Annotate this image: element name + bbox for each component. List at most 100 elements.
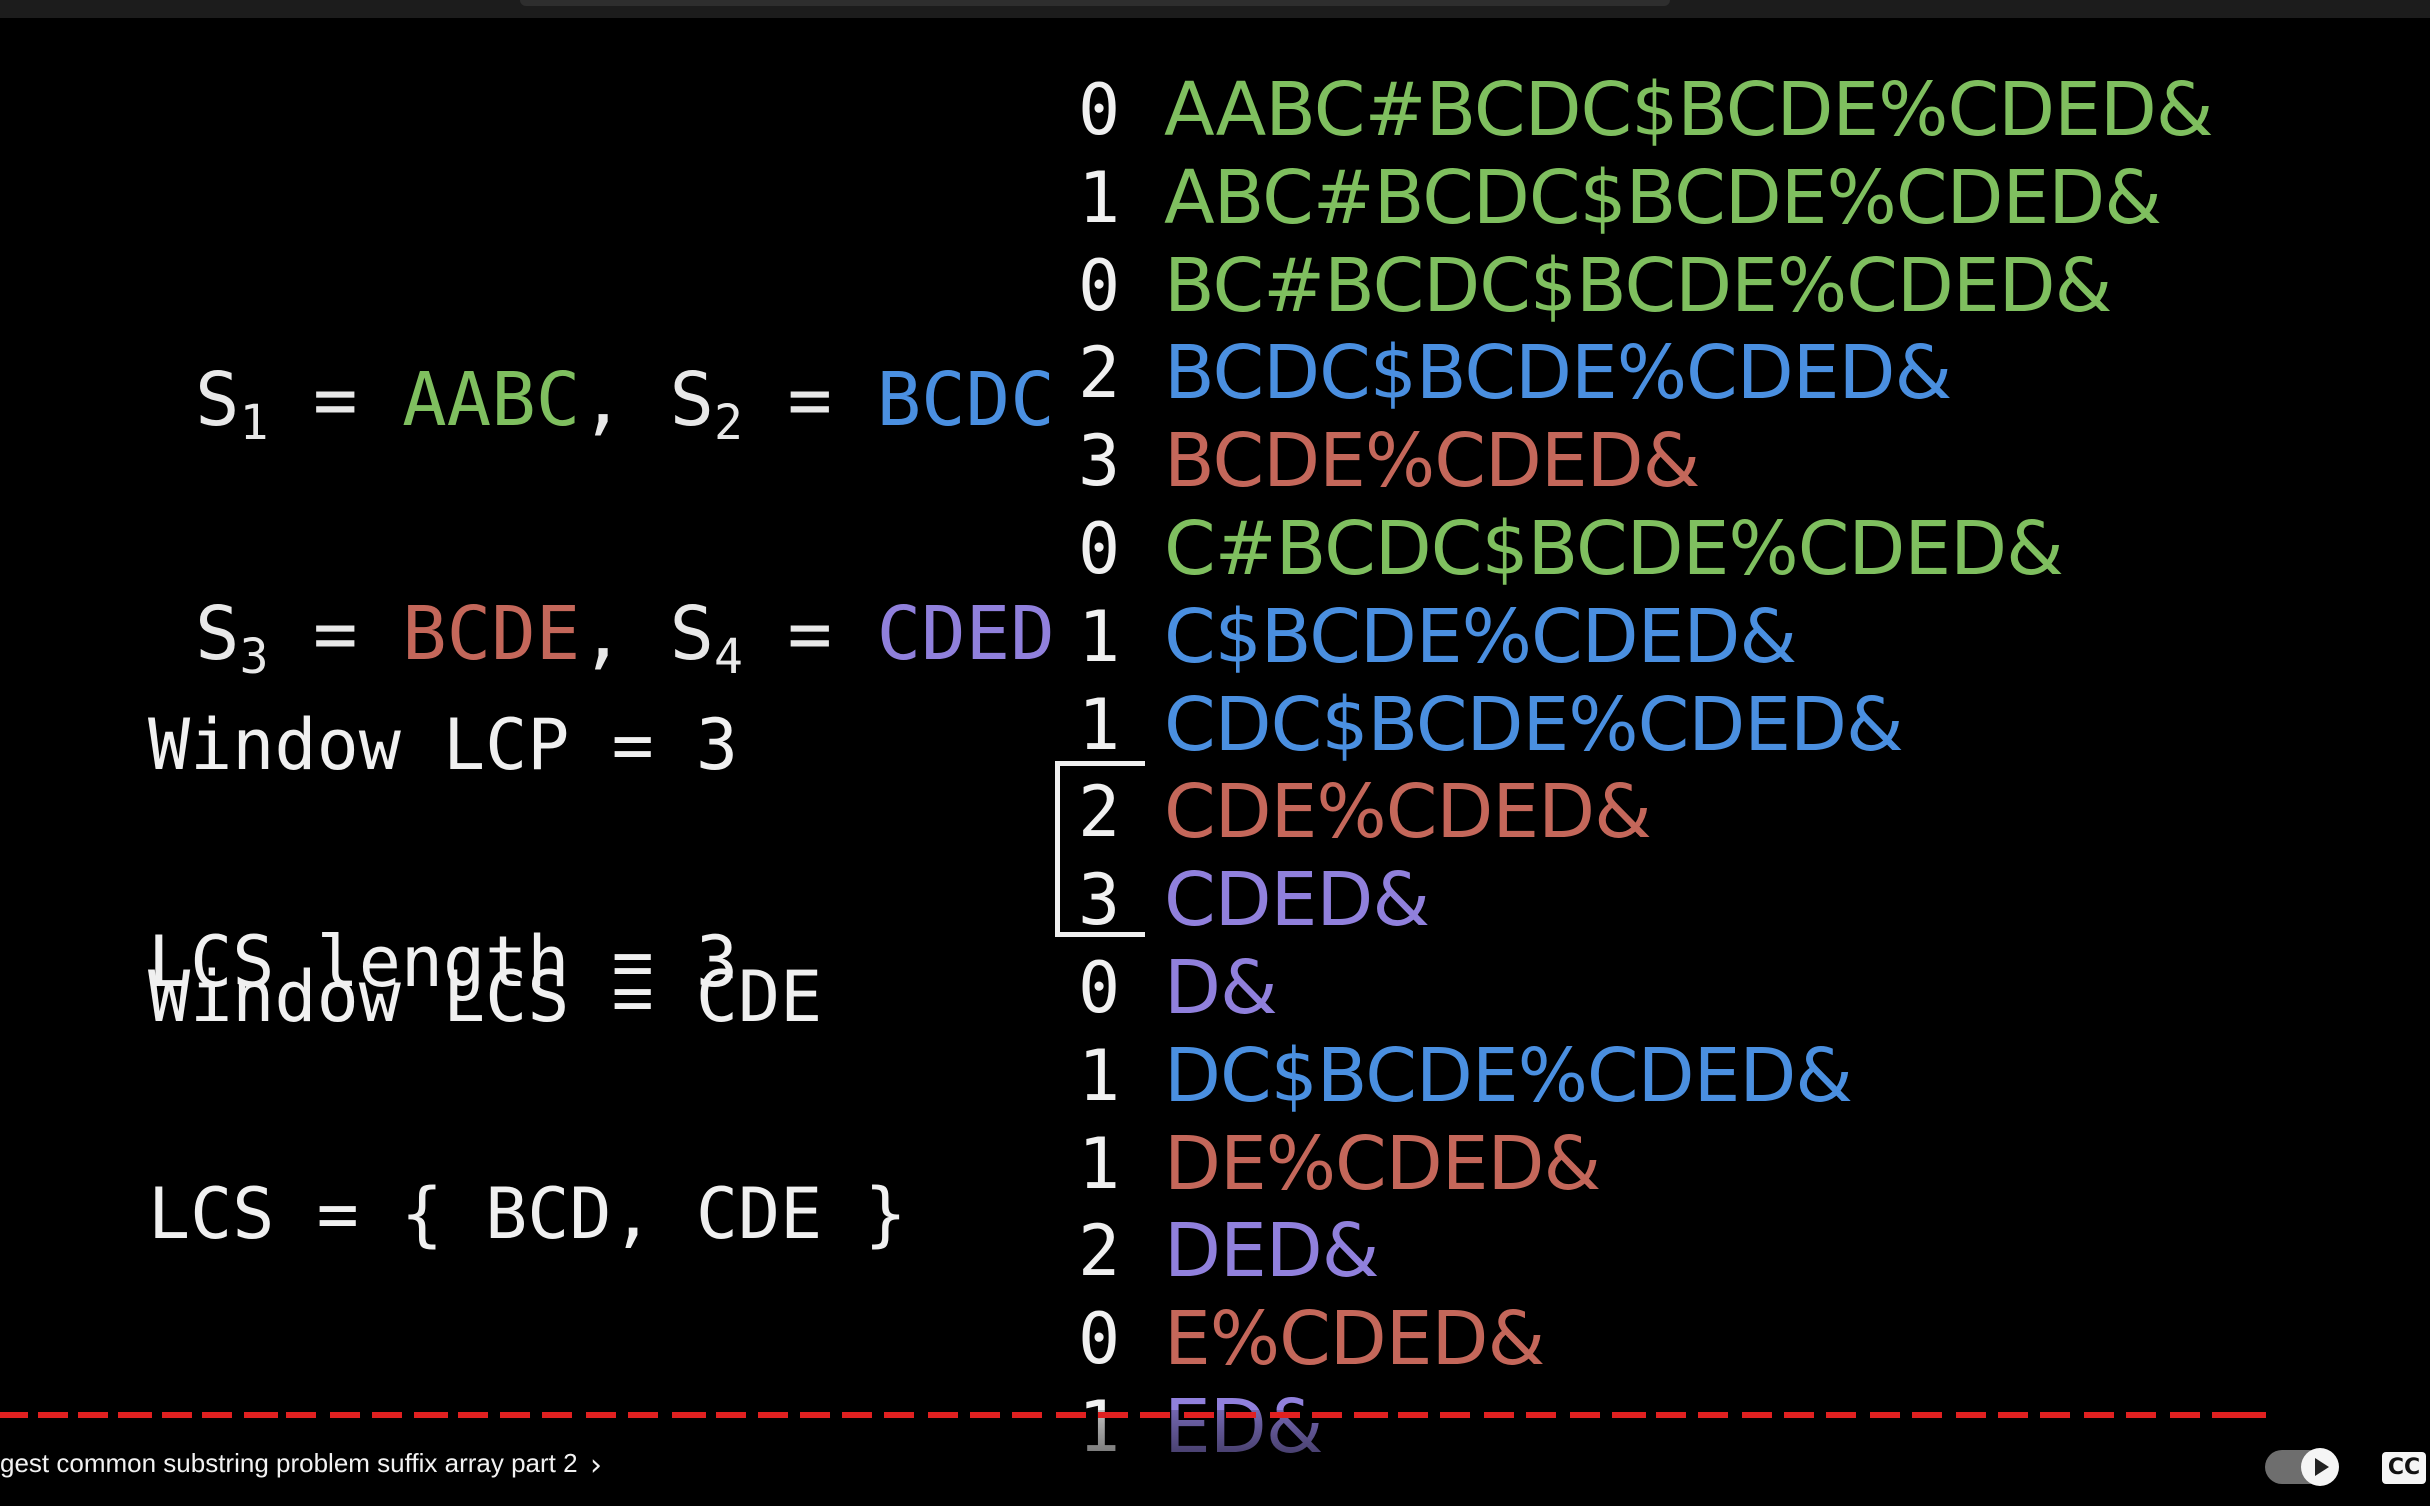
progress-segment <box>1656 1412 1686 1418</box>
sliding-window-bracket <box>1055 761 1145 937</box>
autoplay-toggle[interactable] <box>2265 1448 2339 1486</box>
progress-segment <box>2212 1412 2242 1418</box>
progress-segment <box>1998 1412 2028 1418</box>
def-index-s1: 1 <box>239 395 269 451</box>
top-bar <box>0 0 2430 18</box>
top-bar-handle <box>520 0 1670 6</box>
progress-segment <box>1826 1412 1856 1418</box>
progress-segment <box>1312 1412 1342 1418</box>
play-icon <box>2301 1448 2339 1486</box>
def-value-s2: BCDC <box>876 357 1055 443</box>
suffix-text: D& <box>1164 944 1278 1031</box>
progress-segment <box>928 1412 958 1418</box>
suffix-text: DC$BCDE%CDED& <box>1164 1032 1853 1119</box>
lcp-value: 1 <box>1078 595 1121 678</box>
progress-segment <box>800 1412 830 1418</box>
progress-segment <box>716 1412 746 1418</box>
def-value-s4: CDED <box>876 591 1055 677</box>
progress-segment <box>118 1412 152 1418</box>
def-value-s1: AABC <box>402 357 581 443</box>
suffix-text: BCDC$BCDE%CDED& <box>1164 330 1952 417</box>
progress-segment <box>970 1412 1000 1418</box>
progress-segment <box>1098 1412 1128 1418</box>
progress-segment <box>1870 1412 1900 1418</box>
progress-bar[interactable] <box>0 1412 2270 1418</box>
progress-segment <box>2170 1412 2200 1418</box>
progress-segment <box>542 1412 572 1418</box>
progress-segment <box>2240 1412 2266 1418</box>
chevron-right-icon[interactable]: › <box>590 1448 602 1483</box>
lcp-value: 0 <box>1078 946 1121 1029</box>
lcp-value: 0 <box>1078 507 1121 590</box>
progress-segment <box>586 1412 616 1418</box>
progress-segment <box>1354 1412 1388 1418</box>
progress-segment <box>1912 1412 1942 1418</box>
progress-segment <box>244 1412 278 1418</box>
progress-segment <box>1140 1412 1170 1418</box>
progress-segment <box>672 1412 706 1418</box>
suffix-text: C#BCDC$BCDE%CDED& <box>1164 505 2064 592</box>
lcp-value: 0 <box>1078 1298 1121 1381</box>
lcs-set-line: LCS = { BCD, CDE } <box>148 1173 907 1255</box>
progress-segment <box>1398 1412 1428 1418</box>
lcs-result: LCS length = 3 LCS = { BCD, CDE } <box>148 752 907 1424</box>
progress-segment <box>1742 1412 1772 1418</box>
progress-segment <box>2084 1412 2114 1418</box>
lcp-value: 0 <box>1078 244 1121 327</box>
video-frame[interactable]: S1 = AABC, S2 = BCDC S3 = BCDE, S4 = CDE… <box>0 0 2430 1506</box>
lcp-value: 0 <box>1078 69 1121 151</box>
progress-segment <box>1484 1412 1514 1418</box>
progress-segment <box>842 1412 872 1418</box>
progress-segment <box>884 1412 914 1418</box>
video-title[interactable]: gest common substring problem suffix arr… <box>0 1448 578 1479</box>
progress-segment <box>1570 1412 1600 1418</box>
progress-segment <box>78 1412 108 1418</box>
progress-segment <box>286 1412 316 1418</box>
progress-segment <box>1612 1412 1646 1418</box>
progress-segment <box>162 1412 192 1418</box>
lcp-value: 2 <box>1078 332 1121 415</box>
progress-segment <box>628 1412 658 1418</box>
suffix-text: CDED& <box>1164 857 1430 944</box>
progress-segment <box>1012 1412 1042 1418</box>
lcs-length-line: LCS length = 3 <box>148 921 739 1003</box>
progress-segment <box>1784 1412 1814 1418</box>
progress-segment <box>1956 1412 1986 1418</box>
progress-segment <box>1526 1412 1556 1418</box>
suffix-text: DED& <box>1164 1208 1379 1295</box>
suffix-text: E%CDED& <box>1164 1296 1545 1383</box>
progress-segment <box>1056 1412 1086 1418</box>
suffix-text: BC#BCDC$BCDE%CDED& <box>1164 242 2112 329</box>
progress-segment <box>458 1412 488 1418</box>
suffix-text: CDE%CDED& <box>1164 769 1652 856</box>
def-name-s1: S <box>195 357 240 443</box>
lcp-value: 1 <box>1078 1122 1121 1205</box>
progress-segment <box>1698 1412 1728 1418</box>
captions-button[interactable]: CC <box>2382 1452 2426 1484</box>
lcp-value: 3 <box>1078 420 1121 503</box>
def-index-s2: 2 <box>714 395 743 451</box>
progress-segment <box>414 1412 448 1418</box>
definition-row-1: S1 = AABC, S2 = BCDC <box>195 357 1055 451</box>
progress-segment <box>500 1412 530 1418</box>
lcp-value: 2 <box>1078 1210 1121 1293</box>
progress-segment <box>1440 1412 1470 1418</box>
progress-segment <box>202 1412 232 1418</box>
def-name-s2: S <box>669 357 715 443</box>
lcp-value: 1 <box>1078 683 1121 766</box>
suffix-text: C$BCDE%CDED& <box>1164 593 1797 680</box>
progress-segment <box>1184 1412 1214 1418</box>
progress-segment <box>372 1412 402 1418</box>
suffix-text: ABC#BCDC$BCDE%CDED& <box>1164 154 2162 241</box>
suffix-text: BCDE%CDED& <box>1164 418 1700 505</box>
progress-segment <box>0 1412 28 1418</box>
suffix-text: AABC#BCDC$BCDE%CDED& <box>1164 67 2214 153</box>
suffix-text: CDC$BCDE%CDED& <box>1164 681 1904 768</box>
progress-segment <box>758 1412 788 1418</box>
progress-segment <box>1270 1412 1300 1418</box>
progress-segment <box>2126 1412 2156 1418</box>
progress-segment <box>1226 1412 1256 1418</box>
progress-segment <box>2040 1412 2070 1418</box>
lcp-value: 1 <box>1078 1034 1121 1117</box>
suffix-text: DE%CDED& <box>1164 1120 1601 1207</box>
